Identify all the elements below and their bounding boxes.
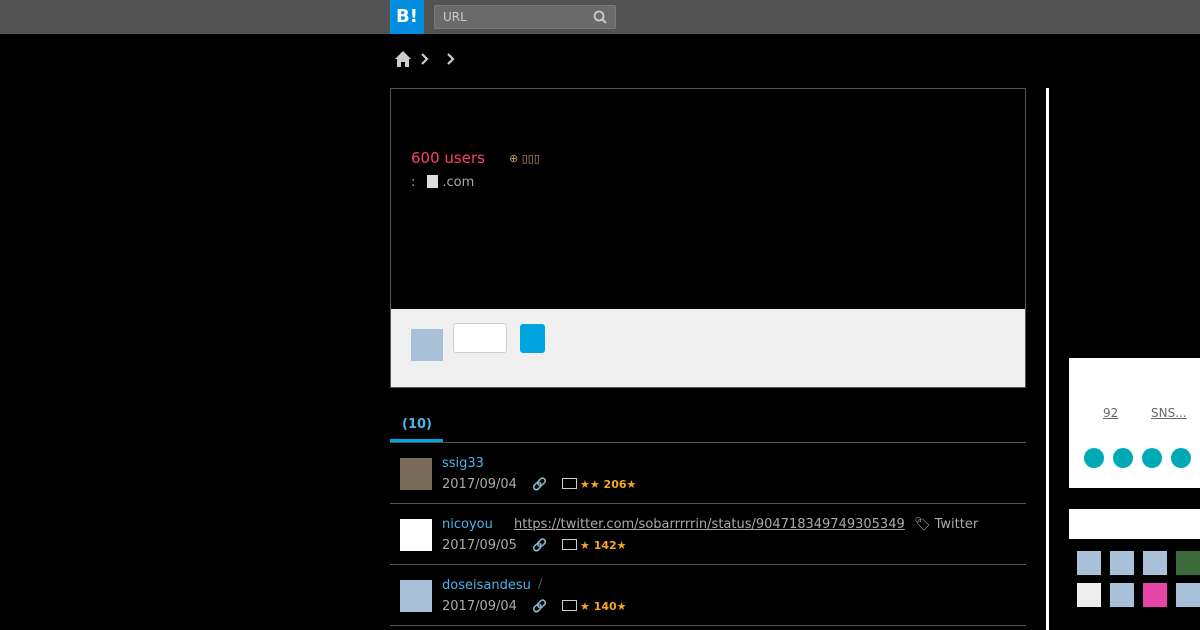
star-count[interactable]: ★ 140★ [562, 600, 627, 613]
tab-bookmarks[interactable]: (10) [402, 417, 432, 432]
share-button[interactable] [1142, 448, 1162, 468]
sns-link[interactable]: SNS... [1151, 406, 1187, 420]
home-icon[interactable] [394, 50, 412, 68]
top-bar: B! [0, 0, 1200, 34]
bookmark-count-link[interactable]: 92 [1103, 406, 1118, 420]
add-star-icon[interactable] [562, 539, 577, 550]
bookmark-user[interactable]: doseisandesu [442, 578, 531, 593]
star-count[interactable]: ★ 142★ [562, 539, 627, 552]
sidebar-panel [1069, 509, 1200, 539]
link-icon[interactable]: 🔗 [532, 538, 547, 552]
add-star-icon[interactable] [562, 478, 577, 489]
tag-label: Twitter [934, 517, 979, 532]
avatar[interactable] [1077, 551, 1101, 575]
comment-area [391, 309, 1025, 387]
domain-prefix: : [411, 175, 416, 190]
table-row: doseisandesu / 2017/09/04 🔗 ★ 140★ [390, 565, 1026, 626]
share-button[interactable] [1084, 448, 1104, 468]
bookmark-user[interactable]: nicoyou [442, 517, 493, 532]
link-icon[interactable]: 🔗 [532, 599, 547, 613]
avatar[interactable] [1110, 551, 1134, 575]
document-icon [427, 175, 439, 188]
column-divider [1046, 88, 1049, 630]
search-input[interactable] [435, 6, 585, 28]
avatar[interactable] [400, 458, 432, 490]
avatar[interactable] [1176, 583, 1200, 607]
share-button[interactable] [1113, 448, 1133, 468]
avatar[interactable] [400, 519, 432, 551]
link-icon[interactable]: 🔗 [532, 477, 547, 491]
search-box[interactable] [434, 5, 616, 29]
add-star-icon[interactable] [562, 600, 577, 611]
stars-text: ★★ 206★ [580, 478, 637, 491]
domain-link[interactable]: .com [442, 175, 474, 190]
comment-input[interactable] [453, 323, 507, 353]
avatar[interactable] [1143, 551, 1167, 575]
entry-icons: ⊕ ▯▯▯ [509, 152, 540, 165]
stars-text: ★ 142★ [580, 539, 627, 552]
entry-domain: : .com [411, 175, 474, 190]
search-icon[interactable] [593, 10, 607, 24]
bookmark-comment[interactable]: https://twitter.com/sobarrrrrin/status/9… [514, 517, 905, 532]
share-button[interactable] [1171, 448, 1191, 468]
users-count[interactable]: 600 users [411, 149, 485, 167]
chevron-right-icon [447, 53, 455, 65]
share-box: 92 SNS... [1069, 358, 1200, 488]
bookmark-date: 2017/09/04 [442, 599, 517, 614]
bookmark-date: 2017/09/05 [442, 538, 517, 553]
avatar[interactable] [1176, 551, 1200, 575]
stars-text: ★ 140★ [580, 600, 627, 613]
add-bookmark-button[interactable] [520, 324, 545, 353]
bookmark-date: 2017/09/04 [442, 477, 517, 492]
avatar [411, 329, 443, 361]
avatar[interactable] [400, 580, 432, 612]
avatar[interactable] [1143, 583, 1167, 607]
chevron-right-icon [421, 53, 429, 65]
star-count[interactable]: ★★ 206★ [562, 478, 636, 491]
table-row: nicoyou https://twitter.com/sobarrrrrin/… [390, 504, 1026, 565]
hatena-logo[interactable]: B! [390, 0, 424, 34]
avatar[interactable] [1077, 583, 1101, 607]
bookmark-tag[interactable]: 🏷 Twitter [914, 517, 978, 532]
avatar[interactable] [1110, 583, 1134, 607]
table-row: ssig33 2017/09/04 🔗 ★★ 206★ [390, 443, 1026, 504]
bookmark-user[interactable]: ssig33 [442, 456, 484, 471]
comment-slash: / [538, 577, 543, 592]
entry-box: 600 users ⊕ ▯▯▯ : .com [390, 88, 1026, 388]
